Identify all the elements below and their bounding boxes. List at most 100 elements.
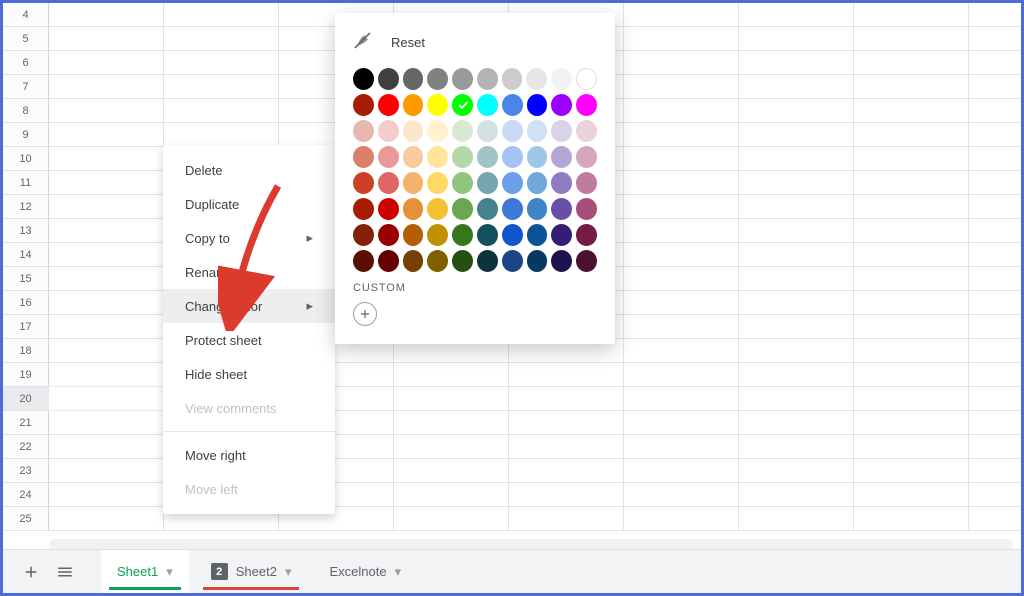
- grid-cell[interactable]: [969, 435, 1024, 458]
- sheet-tab-sheet2[interactable]: 2 Sheet2 ▾: [195, 550, 308, 593]
- color-swatch[interactable]: [353, 94, 374, 116]
- grid-cell[interactable]: [854, 483, 969, 506]
- grid-cell[interactable]: [509, 507, 624, 530]
- grid-cell[interactable]: [969, 387, 1024, 410]
- color-swatch[interactable]: [403, 224, 424, 246]
- row-header[interactable]: 18: [3, 339, 49, 363]
- color-swatch[interactable]: [477, 94, 498, 116]
- grid-cell[interactable]: [164, 99, 279, 122]
- menu-item-hide-sheet[interactable]: Hide sheet: [163, 357, 335, 391]
- row-header[interactable]: 25: [3, 507, 49, 531]
- grid-cell[interactable]: [739, 339, 854, 362]
- grid-cell[interactable]: [49, 99, 164, 122]
- grid-cell[interactable]: [624, 171, 739, 194]
- grid-cell[interactable]: [509, 387, 624, 410]
- color-swatch[interactable]: [452, 224, 473, 246]
- grid-cell[interactable]: [49, 195, 164, 218]
- grid-cell[interactable]: [969, 195, 1024, 218]
- reset-color-button[interactable]: Reset: [353, 31, 597, 54]
- color-swatch[interactable]: [427, 94, 448, 116]
- grid-cell[interactable]: [394, 387, 509, 410]
- grid-cell[interactable]: [394, 459, 509, 482]
- row-header[interactable]: 4: [3, 3, 49, 27]
- color-swatch[interactable]: [502, 224, 523, 246]
- grid-cell[interactable]: [49, 459, 164, 482]
- row-header[interactable]: 12: [3, 195, 49, 219]
- color-swatch[interactable]: [353, 250, 374, 272]
- grid-cell[interactable]: [739, 315, 854, 338]
- grid-cell[interactable]: [624, 219, 739, 242]
- grid-cell[interactable]: [509, 411, 624, 434]
- color-swatch[interactable]: [378, 68, 399, 90]
- grid-cell[interactable]: [624, 99, 739, 122]
- grid-cell[interactable]: [739, 123, 854, 146]
- grid-cell[interactable]: [624, 507, 739, 530]
- grid-cell[interactable]: [394, 483, 509, 506]
- grid-cell[interactable]: [969, 51, 1024, 74]
- color-swatch[interactable]: [551, 198, 572, 220]
- grid-cell[interactable]: [394, 435, 509, 458]
- grid-cell[interactable]: [969, 459, 1024, 482]
- grid-cell[interactable]: [49, 435, 164, 458]
- grid-cell[interactable]: [509, 483, 624, 506]
- menu-item-move-right[interactable]: Move right: [163, 438, 335, 472]
- grid-cell[interactable]: [969, 75, 1024, 98]
- color-swatch[interactable]: [403, 198, 424, 220]
- grid-cell[interactable]: [739, 267, 854, 290]
- color-swatch[interactable]: [378, 172, 399, 194]
- row-header[interactable]: 13: [3, 219, 49, 243]
- grid-cell[interactable]: [739, 291, 854, 314]
- color-swatch[interactable]: [353, 198, 374, 220]
- sheet-tab-sheet1[interactable]: Sheet1 ▾: [101, 550, 189, 593]
- grid-cell[interactable]: [739, 243, 854, 266]
- color-swatch[interactable]: [452, 172, 473, 194]
- grid-cell[interactable]: [854, 51, 969, 74]
- menu-item-delete[interactable]: Delete: [163, 153, 335, 187]
- grid-cell[interactable]: [49, 315, 164, 338]
- color-swatch[interactable]: [353, 68, 374, 90]
- grid-cell[interactable]: [739, 483, 854, 506]
- grid-cell[interactable]: [624, 243, 739, 266]
- grid-cell[interactable]: [969, 339, 1024, 362]
- grid-cell[interactable]: [739, 459, 854, 482]
- grid-cell[interactable]: [509, 459, 624, 482]
- grid-cell[interactable]: [854, 435, 969, 458]
- grid-cell[interactable]: [624, 387, 739, 410]
- grid-cell[interactable]: [49, 267, 164, 290]
- color-swatch[interactable]: [527, 120, 548, 142]
- grid-cell[interactable]: [854, 195, 969, 218]
- color-swatch[interactable]: [452, 146, 473, 168]
- grid-cell[interactable]: [969, 99, 1024, 122]
- grid-cell[interactable]: [969, 315, 1024, 338]
- grid-cell[interactable]: [739, 171, 854, 194]
- row-header[interactable]: 16: [3, 291, 49, 315]
- grid-cell[interactable]: [49, 75, 164, 98]
- color-swatch[interactable]: [527, 146, 548, 168]
- color-swatch[interactable]: [353, 120, 374, 142]
- row-header[interactable]: 23: [3, 459, 49, 483]
- color-swatch[interactable]: [378, 146, 399, 168]
- color-swatch[interactable]: [502, 94, 523, 116]
- color-swatch[interactable]: [527, 94, 548, 116]
- grid-cell[interactable]: [509, 363, 624, 386]
- grid-cell[interactable]: [739, 411, 854, 434]
- color-swatch[interactable]: [576, 94, 597, 116]
- grid-cell[interactable]: [624, 51, 739, 74]
- grid-cell[interactable]: [49, 51, 164, 74]
- color-swatch[interactable]: [427, 172, 448, 194]
- color-swatch[interactable]: [477, 146, 498, 168]
- grid-cell[interactable]: [854, 171, 969, 194]
- grid-cell[interactable]: [969, 243, 1024, 266]
- grid-cell[interactable]: [624, 123, 739, 146]
- grid-cell[interactable]: [969, 363, 1024, 386]
- grid-cell[interactable]: [624, 195, 739, 218]
- grid-cell[interactable]: [739, 147, 854, 170]
- color-swatch[interactable]: [477, 68, 498, 90]
- color-swatch[interactable]: [452, 68, 473, 90]
- color-swatch[interactable]: [477, 172, 498, 194]
- color-swatch[interactable]: [427, 250, 448, 272]
- grid-cell[interactable]: [624, 411, 739, 434]
- color-swatch[interactable]: [527, 172, 548, 194]
- grid-cell[interactable]: [49, 219, 164, 242]
- color-swatch[interactable]: [378, 120, 399, 142]
